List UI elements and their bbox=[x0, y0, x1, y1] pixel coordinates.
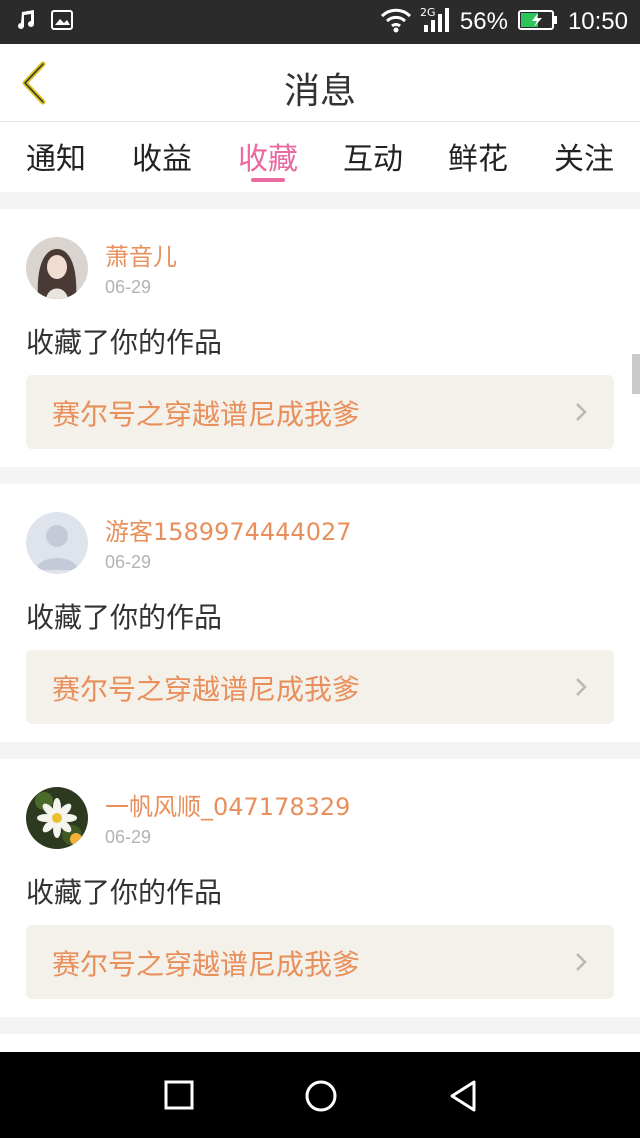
message-text: 收藏了你的作品 bbox=[26, 326, 223, 359]
image-icon bbox=[50, 8, 74, 36]
avatar[interactable] bbox=[26, 512, 88, 574]
message-date: 06-29 bbox=[105, 277, 152, 297]
tab-interactions[interactable]: 互动 bbox=[343, 134, 403, 178]
wifi-icon bbox=[380, 6, 412, 38]
chevron-right-icon bbox=[576, 678, 587, 696]
status-right-icons: 56% 10:50 bbox=[380, 6, 628, 38]
user-name[interactable]: 游客1589974444027 bbox=[105, 512, 352, 547]
work-link[interactable]: 赛尔号之穿越谱尼成我爹 bbox=[26, 650, 614, 724]
status-bar: 2G 56% 10:50 bbox=[0, 0, 640, 44]
chevron-right-icon bbox=[576, 953, 587, 971]
battery-percent: 56% bbox=[459, 8, 508, 35]
message-card: 一帆风顺_047178329 06-29 收藏了你的作品 赛尔号之穿越谱尼成我爹 bbox=[0, 759, 640, 1017]
status-left-icons bbox=[14, 8, 74, 36]
work-title: 赛尔号之穿越谱尼成我爹 bbox=[52, 673, 361, 706]
home-icon[interactable] bbox=[303, 1078, 339, 1114]
message-date: 06-29 bbox=[105, 552, 152, 572]
scrollbar[interactable] bbox=[632, 354, 640, 394]
tab-flowers[interactable]: 鲜花 bbox=[448, 134, 508, 178]
work-link[interactable]: 赛尔号之穿越谱尼成我爹 bbox=[26, 375, 614, 449]
clock: 10:50 bbox=[567, 8, 628, 35]
active-tab-indicator bbox=[251, 178, 285, 182]
tab-earnings[interactable]: 收益 bbox=[132, 134, 192, 178]
work-title: 赛尔号之穿越谱尼成我爹 bbox=[52, 948, 361, 981]
page-title: 消息 bbox=[283, 71, 356, 112]
tab-favorites[interactable]: 收藏 bbox=[238, 134, 298, 178]
header: 消息 bbox=[0, 44, 640, 122]
signal-icon bbox=[422, 7, 450, 37]
message-date: 06-29 bbox=[105, 827, 152, 847]
work-title: 赛尔号之穿越谱尼成我爹 bbox=[52, 398, 361, 431]
battery-icon bbox=[517, 9, 558, 35]
tab-notifications[interactable]: 通知 bbox=[26, 134, 86, 178]
screen: 2G 56% 10:50 消息 通知 收益 收藏 互动 鲜花 关注 萧音儿 06… bbox=[0, 0, 640, 1138]
recent-apps-icon[interactable] bbox=[162, 1078, 196, 1112]
user-name[interactable]: 萧音儿 bbox=[105, 237, 177, 272]
avatar[interactable] bbox=[26, 237, 88, 299]
message-card: 萧音儿 06-29 收藏了你的作品 赛尔号之穿越谱尼成我爹 bbox=[0, 209, 640, 467]
message-card: 游客1589974444027 06-29 收藏了你的作品 赛尔号之穿越谱尼成我… bbox=[0, 484, 640, 742]
message-text: 收藏了你的作品 bbox=[26, 601, 223, 634]
work-link[interactable]: 赛尔号之穿越谱尼成我爹 bbox=[26, 925, 614, 999]
system-nav-bar bbox=[0, 1052, 640, 1138]
user-name[interactable]: 一帆风顺_047178329 bbox=[105, 787, 350, 822]
message-text: 收藏了你的作品 bbox=[26, 876, 223, 909]
tab-bar: 通知 收益 收藏 互动 鲜花 关注 bbox=[0, 122, 640, 192]
tab-following[interactable]: 关注 bbox=[554, 134, 614, 178]
back-nav-icon[interactable] bbox=[446, 1078, 480, 1114]
avatar[interactable] bbox=[26, 787, 88, 849]
chevron-right-icon bbox=[576, 403, 587, 421]
music-note-icon bbox=[14, 8, 38, 36]
